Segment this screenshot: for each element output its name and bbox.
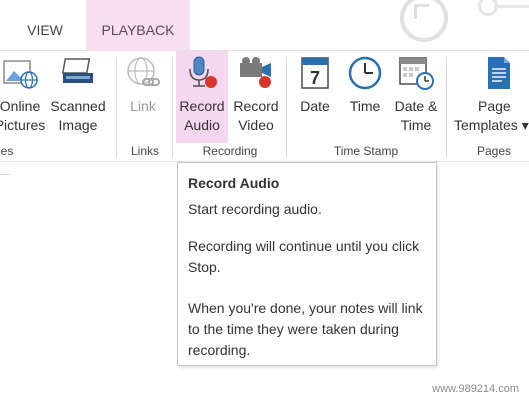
- separator: [446, 57, 447, 157]
- microphone-icon: [189, 56, 217, 88]
- record-video-label-1: Record: [233, 98, 279, 114]
- back-arrow-icon: [414, 4, 429, 19]
- date-button[interactable]: 7 Date: [292, 51, 338, 143]
- page-templates-label-1: Page: [478, 98, 511, 114]
- tab-playback[interactable]: PLAYBACK: [86, 0, 190, 50]
- scanned-image-label-2: Image: [58, 117, 98, 133]
- record-audio-label-1: Record: [179, 98, 225, 114]
- group-label-pages: Pages: [476, 144, 512, 158]
- page-templates-icon: [488, 57, 510, 89]
- page-templates-button[interactable]: Page Templates ▾: [452, 51, 529, 143]
- online-pictures-label-2: Pictures: [0, 117, 46, 133]
- date-time-button[interactable]: Date & Time: [390, 51, 442, 143]
- separator: [286, 57, 287, 157]
- clock-icon: [348, 56, 382, 90]
- record-audio-button[interactable]: Record Audio: [176, 51, 228, 143]
- page-divider: [0, 174, 10, 175]
- calendar-clock-icon: [399, 57, 434, 90]
- group-label-images: es: [0, 144, 14, 158]
- separator: [172, 57, 173, 157]
- key-shaft-icon: [494, 5, 529, 8]
- record-audio-tooltip: Record Audio Start recording audio. Reco…: [177, 162, 437, 366]
- tooltip-title: Record Audio: [188, 175, 280, 191]
- calendar-day-number: 7: [310, 68, 320, 88]
- group-label-recording: Recording: [202, 144, 258, 158]
- page-templates-label-2: Templates ▾: [454, 117, 529, 133]
- record-video-button[interactable]: Record Video: [230, 51, 282, 143]
- tooltip-text-2: Recording will continue until you click …: [188, 238, 420, 275]
- date-time-label-1: Date &: [394, 98, 438, 114]
- ribbon: Online Pictures Scanned Image es Link Li…: [0, 50, 529, 162]
- tooltip-text-3: When you're done, your notes will link t…: [188, 300, 423, 358]
- separator: [116, 57, 117, 157]
- link-button[interactable]: Link: [120, 51, 166, 143]
- group-label-links: Links: [130, 144, 159, 158]
- record-video-label-2: Video: [238, 117, 274, 133]
- link-label: Link: [130, 98, 156, 114]
- date-label: Date: [300, 98, 330, 114]
- online-pictures-button[interactable]: Online Pictures: [0, 51, 48, 143]
- record-audio-label-2: Audio: [184, 117, 220, 133]
- key-icon: [478, 0, 498, 16]
- scanner-icon: [61, 58, 93, 83]
- online-pictures-icon: [3, 60, 38, 89]
- date-time-label-2: Time: [400, 117, 432, 133]
- scanned-image-button[interactable]: Scanned Image: [48, 51, 108, 143]
- time-label: Time: [349, 98, 381, 114]
- calendar-icon: 7: [301, 57, 329, 89]
- watermark: www.989214.com: [432, 383, 519, 395]
- scanned-image-label-1: Scanned: [50, 98, 106, 114]
- tooltip-text-1: Start recording audio.: [188, 201, 322, 217]
- video-camera-icon: [240, 57, 271, 88]
- time-button[interactable]: Time: [342, 51, 388, 143]
- link-globe-icon: [127, 57, 160, 86]
- tab-view[interactable]: VIEW: [10, 0, 80, 50]
- online-pictures-label-1: Online: [0, 98, 41, 114]
- group-label-time-stamp: Time Stamp: [333, 144, 399, 158]
- ribbon-tab-row: VIEW PLAYBACK: [0, 0, 529, 50]
